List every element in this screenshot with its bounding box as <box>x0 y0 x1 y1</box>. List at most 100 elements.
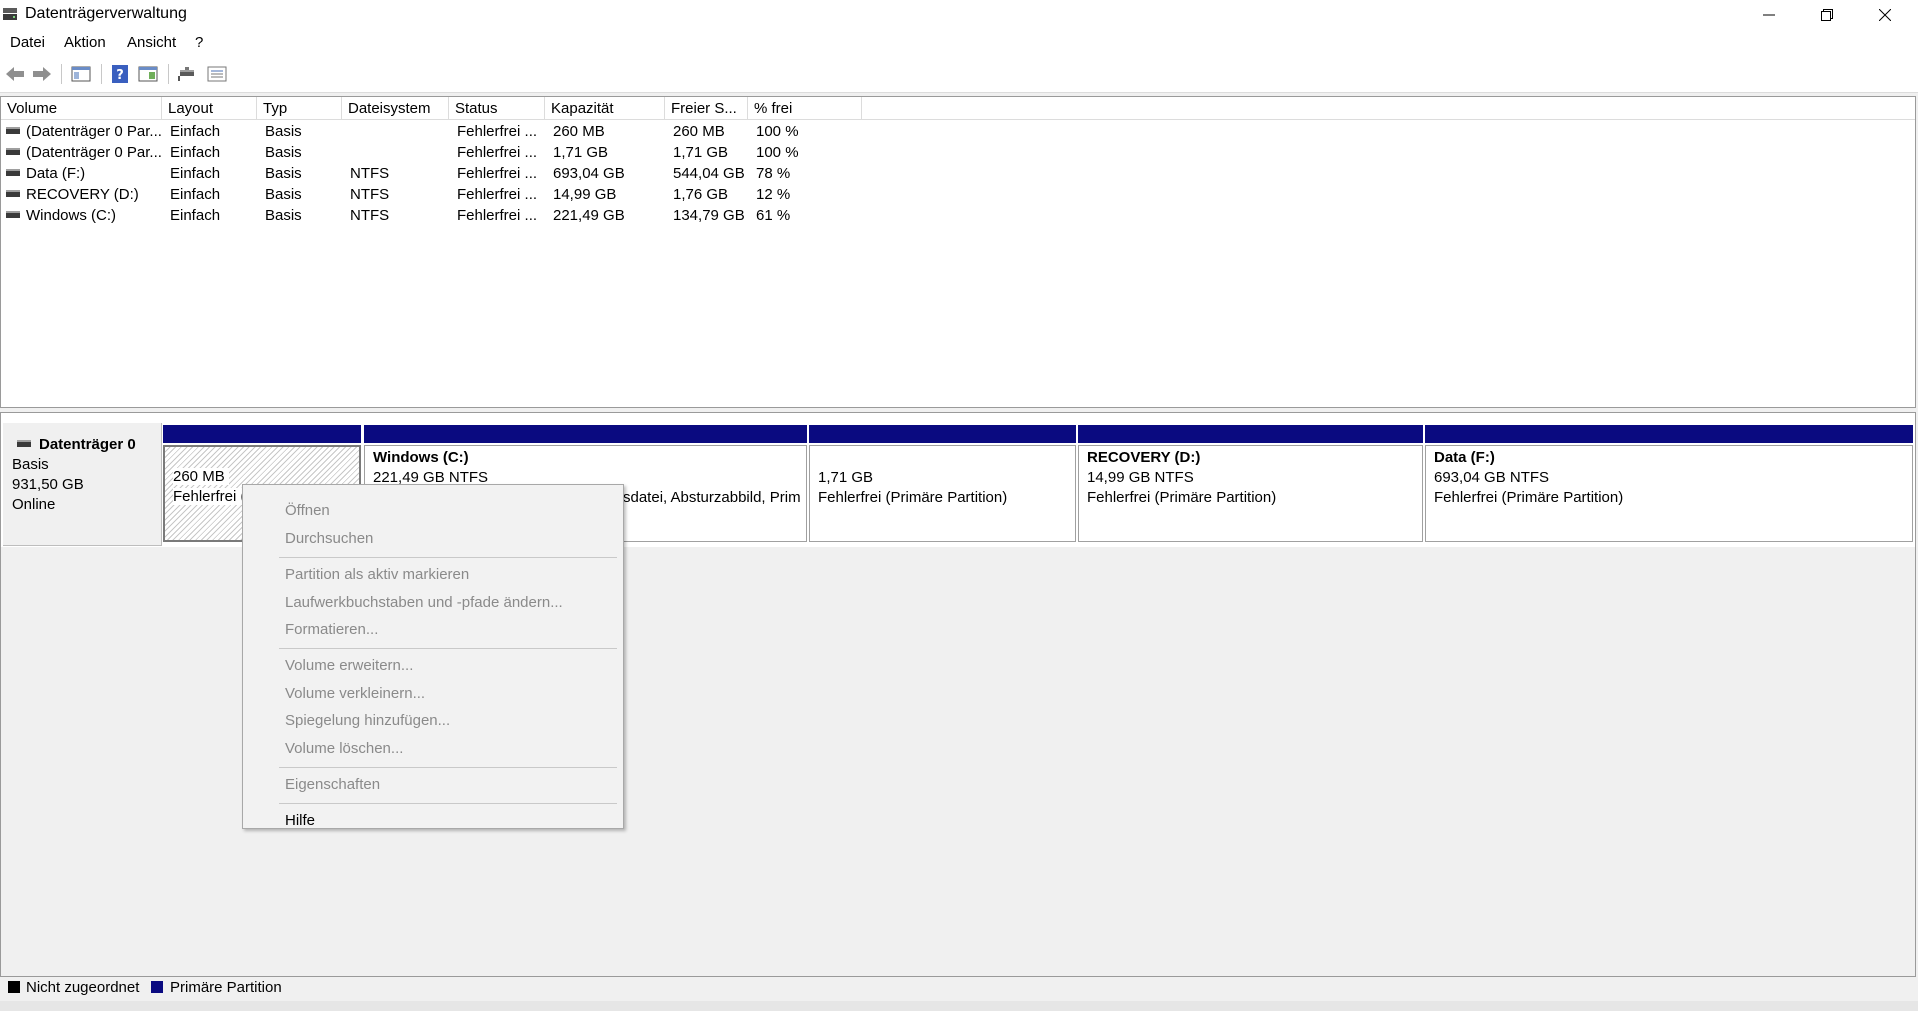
partition-body: Data (F:) 693,04 GB NTFS Fehlerfrei (Pri… <box>1425 445 1913 542</box>
cell-freier-speicher: 260 MB <box>673 123 725 140</box>
close-icon <box>1879 9 1891 21</box>
column-header-layout[interactable]: Layout <box>162 97 257 119</box>
cell-prozent-frei: 78 % <box>756 165 791 182</box>
legend-label-unallocated: Nicht zugeordnet <box>26 979 140 996</box>
table-row[interactable]: Windows (C:) Einfach Basis NTFS Fehlerfr… <box>1 205 1915 226</box>
column-header-prozent-frei[interactable]: % frei <box>748 97 862 119</box>
disk-name: Datenträger 0 <box>39 436 136 453</box>
partition-title: Data (F:) <box>1434 449 1495 466</box>
cell-layout: Einfach <box>170 186 221 203</box>
column-header-typ[interactable]: Typ <box>257 97 342 119</box>
partition-body: 1,71 GB Fehlerfrei (Primäre Partition) <box>809 445 1076 542</box>
menu-separator <box>279 648 617 649</box>
partition-data-f[interactable]: Data (F:) 693,04 GB NTFS Fehlerfrei (Pri… <box>1425 425 1913 542</box>
menu-bar: Datei Aktion Ansicht ? <box>0 30 1918 56</box>
cell-dateisystem <box>342 121 449 142</box>
partition-header-bar <box>163 425 361 443</box>
column-header-status[interactable]: Status <box>449 97 545 119</box>
help-icon: ? <box>112 65 128 83</box>
properties-list-button[interactable] <box>205 62 229 86</box>
cell-volume: RECOVERY (D:) <box>26 186 139 203</box>
cell-status: Fehlerfrei ... <box>457 123 538 140</box>
svg-text:?: ? <box>116 68 124 83</box>
disk-connect-button[interactable] <box>175 62 199 86</box>
table-row[interactable]: (Datenträger 0 Par... Einfach Basis Fehl… <box>1 142 1915 163</box>
cell-status: Fehlerfrei ... <box>457 144 538 161</box>
action-pane-icon <box>138 66 158 82</box>
volume-list-header: Volume Layout Typ Dateisystem Status Kap… <box>1 97 1915 120</box>
menu-ansicht[interactable]: Ansicht <box>127 34 176 51</box>
cell-status: Fehlerfrei ... <box>457 165 538 182</box>
menu-item-formatieren[interactable]: Formatieren... <box>285 621 378 638</box>
cell-volume: (Datenträger 0 Par... <box>26 123 162 140</box>
menu-item-hilfe[interactable]: Hilfe <box>285 812 315 829</box>
forward-arrow-icon <box>33 67 51 81</box>
toolbar-separator <box>101 64 102 84</box>
partition-header-bar <box>1425 425 1913 443</box>
cell-prozent-frei: 100 % <box>756 144 799 161</box>
back-button[interactable] <box>3 62 27 86</box>
toolbar: ? <box>0 56 1918 93</box>
table-row[interactable]: RECOVERY (D:) Einfach Basis NTFS Fehlerf… <box>1 184 1915 205</box>
partition-status: Fehlerfrei (Primäre Partition) <box>1087 489 1277 506</box>
menu-item-volume-erweitern[interactable]: Volume erweitern... <box>285 657 413 674</box>
cell-typ: Basis <box>265 144 302 161</box>
menu-help[interactable]: ? <box>195 34 203 51</box>
menu-item-volume-verkleinern[interactable]: Volume verkleinern... <box>285 685 425 702</box>
cell-kapazitaet: 1,71 GB <box>553 144 609 161</box>
minimize-button[interactable] <box>1740 0 1798 30</box>
action-pane-button[interactable] <box>136 62 160 86</box>
disk-connect-icon <box>178 67 194 81</box>
partition-header-bar <box>1078 425 1423 443</box>
console-tree-button[interactable] <box>69 62 93 86</box>
partition-status: sdatei, Absturzabbild, Prim <box>623 489 801 506</box>
partition-size: 1,71 GB <box>818 469 874 486</box>
partition-status: Fehlerfrei (Primäre Partition) <box>818 489 1008 506</box>
disk-info-box[interactable]: Datenträger 0 Basis 931,50 GB Online <box>3 423 162 546</box>
partition-recovery-d[interactable]: RECOVERY (D:) 14,99 GB NTFS Fehlerfrei (… <box>1078 425 1423 542</box>
menu-item-partition-aktiv[interactable]: Partition als aktiv markieren <box>285 566 469 583</box>
column-header-dateisystem[interactable]: Dateisystem <box>342 97 449 119</box>
menu-item-durchsuchen[interactable]: Durchsuchen <box>285 530 373 547</box>
cell-dateisystem: NTFS <box>350 165 390 182</box>
cell-volume: Windows (C:) <box>26 207 117 224</box>
cell-status: Fehlerfrei ... <box>457 207 538 224</box>
partition-header-bar <box>364 425 807 443</box>
cell-prozent-frei: 100 % <box>756 123 799 140</box>
disk-management-icon <box>3 8 17 20</box>
partition-size: 14,99 GB NTFS <box>1087 469 1194 486</box>
forward-button[interactable] <box>30 62 54 86</box>
menu-item-oeffnen[interactable]: Öffnen <box>285 502 330 519</box>
cell-dateisystem: NTFS <box>350 207 390 224</box>
menu-item-laufwerkbuchstaben[interactable]: Laufwerkbuchstaben und -pfade ändern... <box>285 594 563 611</box>
menu-item-volume-loeschen[interactable]: Volume löschen... <box>285 740 403 757</box>
toolbar-separator <box>61 64 62 84</box>
partition-title: RECOVERY (D:) <box>1087 449 1201 466</box>
menu-separator <box>279 767 617 768</box>
cell-volume: Data (F:) <box>26 165 86 182</box>
help-button[interactable]: ? <box>108 62 132 86</box>
table-row[interactable]: (Datenträger 0 Par... Einfach Basis Fehl… <box>1 121 1915 142</box>
cell-kapazitaet: 693,04 GB <box>553 165 625 182</box>
cell-kapazitaet: 14,99 GB <box>553 186 617 203</box>
column-header-freier-speicher[interactable]: Freier S... <box>665 97 748 119</box>
close-button[interactable] <box>1856 0 1914 30</box>
cell-layout: Einfach <box>170 144 221 161</box>
menu-datei[interactable]: Datei <box>10 34 45 51</box>
column-header-kapazitaet[interactable]: Kapazität <box>545 97 665 119</box>
menu-item-eigenschaften[interactable]: Eigenschaften <box>285 776 380 793</box>
cell-typ: Basis <box>265 123 302 140</box>
column-header-volume[interactable]: Volume <box>1 97 162 119</box>
volume-list: Volume Layout Typ Dateisystem Status Kap… <box>0 96 1916 408</box>
cell-dateisystem: NTFS <box>350 186 390 203</box>
cell-dateisystem <box>342 142 449 163</box>
menu-item-spiegelung[interactable]: Spiegelung hinzufügen... <box>285 712 450 729</box>
restore-button[interactable] <box>1798 0 1856 30</box>
partition-unlabeled[interactable]: 1,71 GB Fehlerfrei (Primäre Partition) <box>809 425 1076 542</box>
cell-freier-speicher: 134,79 GB <box>673 207 745 224</box>
cell-layout: Einfach <box>170 165 221 182</box>
disk-icon <box>17 440 31 447</box>
menu-aktion[interactable]: Aktion <box>64 34 106 51</box>
table-row[interactable]: Data (F:) Einfach Basis NTFS Fehlerfrei … <box>1 163 1915 184</box>
legend-swatch-unallocated <box>8 981 20 993</box>
